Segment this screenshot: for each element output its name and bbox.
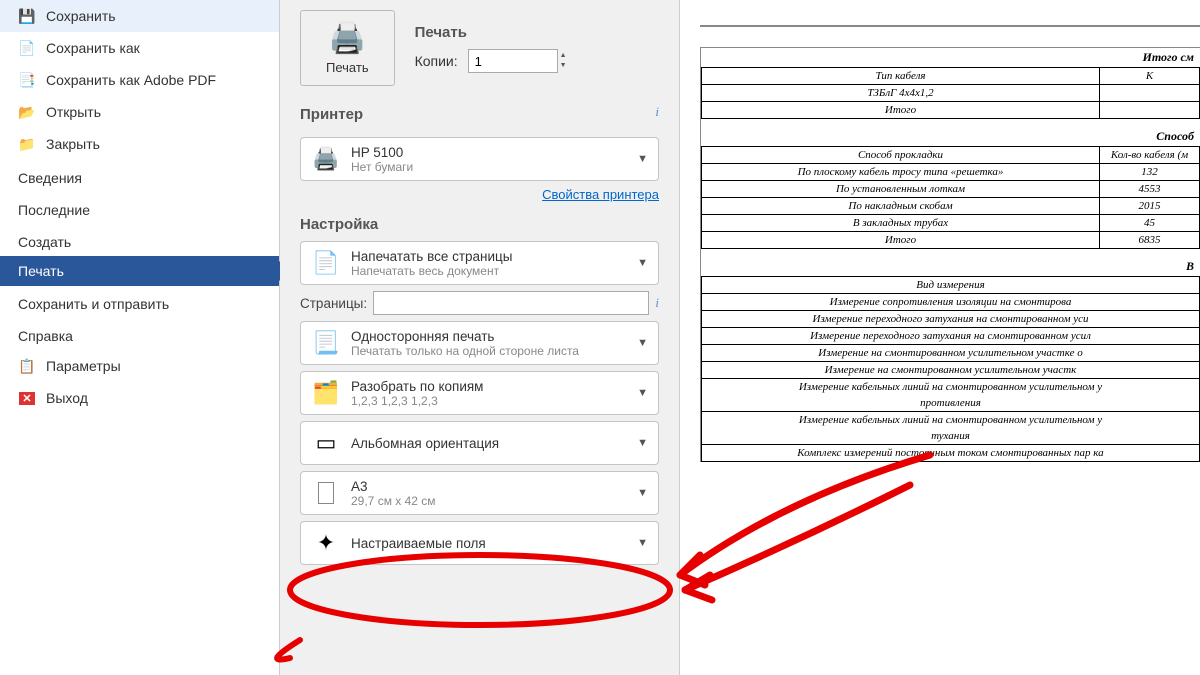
menu-label: Закрыть — [46, 136, 100, 152]
spin-up-icon[interactable]: ▲ — [560, 51, 567, 61]
orient-main: Альбомная ориентация — [351, 436, 637, 451]
menu-open[interactable]: 📂 Открыть — [0, 96, 279, 128]
menu-create[interactable]: Создать — [0, 224, 279, 256]
collate-main: Разобрать по копиям — [351, 379, 637, 394]
printer-properties-link[interactable]: Свойства принтера — [300, 187, 659, 202]
duplex-sub: Печатать только на одной стороне листа — [351, 344, 637, 358]
menu-info[interactable]: Сведения — [0, 160, 279, 192]
print-range-select[interactable]: 📄 Напечатать все страницы Напечатать вес… — [300, 241, 659, 285]
print-button[interactable]: 🖨️ Печать — [300, 10, 395, 86]
options-icon: 📋 — [18, 357, 36, 375]
menu-save-as[interactable]: 📄 Сохранить как — [0, 32, 279, 64]
copies-spinner[interactable]: ▲▼ — [468, 49, 567, 73]
menu-label: Выход — [46, 390, 88, 406]
pages-icon: 📄 — [311, 248, 341, 278]
open-icon: 📂 — [18, 103, 36, 121]
doc-heading: Способ — [701, 127, 1200, 146]
menu-label: Печать — [18, 263, 64, 279]
margins-main: Настраиваемые поля — [351, 536, 637, 551]
settings-section-title: Настройка — [300, 216, 659, 233]
doc-table-2: Способ прокладкиКол-во кабеля (м По плос… — [701, 146, 1200, 249]
spin-down-icon[interactable]: ▼ — [560, 61, 567, 71]
menu-print[interactable]: Печать — [0, 256, 279, 286]
chevron-down-icon: ▼ — [637, 387, 648, 399]
landscape-icon: ▭ — [311, 428, 341, 458]
menu-label: Параметры — [46, 358, 121, 374]
menu-label: Сохранить — [46, 8, 116, 24]
info-icon[interactable]: i — [655, 104, 659, 120]
paper-main: A3 — [351, 479, 637, 494]
chevron-down-icon: ▼ — [637, 257, 648, 269]
print-section-title: Печать — [415, 24, 659, 41]
copies-input[interactable] — [468, 49, 558, 73]
duplex-select[interactable]: 📃 Односторонняя печать Печатать только н… — [300, 321, 659, 365]
printer-device-icon: 🖨️ — [311, 144, 341, 174]
print-preview: Итого см Тип кабеляК ТЗБлГ 4x4x1,2 Итого… — [680, 0, 1200, 675]
chevron-down-icon: ▼ — [637, 153, 648, 165]
paper-sub: 29,7 см x 42 см — [351, 494, 637, 508]
printer-section-title: Принтер — [300, 106, 363, 123]
orientation-select[interactable]: ▭ Альбомная ориентация ▼ — [300, 421, 659, 465]
chevron-down-icon: ▼ — [637, 337, 648, 349]
page-icon — [311, 478, 341, 508]
doc-heading: В — [701, 257, 1200, 276]
chevron-down-icon: ▼ — [637, 487, 648, 499]
menu-save-send[interactable]: Сохранить и отправить — [0, 286, 279, 318]
printer-status: Нет бумаги — [351, 160, 637, 174]
duplex-icon: 📃 — [311, 328, 341, 358]
exit-icon: ✕ — [18, 389, 36, 407]
menu-label: Сохранить как Adobe PDF — [46, 72, 216, 88]
menu-options[interactable]: 📋 Параметры — [0, 350, 279, 382]
menu-save-pdf[interactable]: 📑 Сохранить как Adobe PDF — [0, 64, 279, 96]
copies-label: Копии: — [415, 53, 458, 69]
printer-name: HP 5100 — [351, 145, 637, 160]
menu-close[interactable]: 📁 Закрыть — [0, 128, 279, 160]
chevron-down-icon: ▼ — [637, 537, 648, 549]
chevron-down-icon: ▼ — [637, 437, 648, 449]
paper-size-select[interactable]: A3 29,7 см x 42 см ▼ — [300, 471, 659, 515]
menu-label: Сохранить как — [46, 40, 140, 56]
menu-exit[interactable]: ✕ Выход — [0, 382, 279, 414]
save-as-icon: 📄 — [18, 39, 36, 57]
printer-select[interactable]: 🖨️ HP 5100 Нет бумаги ▼ — [300, 137, 659, 181]
collate-select[interactable]: 🗂️ Разобрать по копиям 1,2,3 1,2,3 1,2,3… — [300, 371, 659, 415]
menu-help[interactable]: Справка — [0, 318, 279, 350]
menu-recent[interactable]: Последние — [0, 192, 279, 224]
doc-col-header: Вид измерения — [702, 277, 1199, 294]
pages-input[interactable] — [373, 291, 649, 315]
save-icon: 💾 — [18, 7, 36, 25]
print-button-label: Печать — [326, 60, 369, 75]
menu-label: Открыть — [46, 104, 101, 120]
backstage-sidebar: 💾 Сохранить 📄 Сохранить как 📑 Сохранить как… — [0, 0, 280, 675]
pdf-icon: 📑 — [18, 71, 36, 89]
range-sub: Напечатать весь документ — [351, 264, 637, 278]
doc-table-1: Тип кабеляК ТЗБлГ 4x4x1,2 Итого — [701, 67, 1200, 119]
margins-select[interactable]: ✦ Настраиваемые поля ▼ — [300, 521, 659, 565]
collate-icon: 🗂️ — [311, 378, 341, 408]
print-settings-pane: 🖨️ Печать Печать Копии: ▲▼ Принтерi 🖨️ H… — [280, 0, 680, 675]
menu-save[interactable]: 💾 Сохранить — [0, 0, 279, 32]
pages-label: Страницы: — [300, 296, 367, 311]
duplex-main: Односторонняя печать — [351, 329, 637, 344]
range-main: Напечатать все страницы — [351, 249, 637, 264]
printer-icon: 🖨️ — [326, 21, 369, 56]
close-folder-icon: 📁 — [18, 135, 36, 153]
collate-sub: 1,2,3 1,2,3 1,2,3 — [351, 394, 637, 408]
doc-heading: Итого см — [701, 48, 1200, 67]
document-preview: Итого см Тип кабеляК ТЗБлГ 4x4x1,2 Итого… — [700, 47, 1200, 462]
info-icon[interactable]: i — [655, 295, 659, 311]
margins-icon: ✦ — [311, 528, 341, 558]
